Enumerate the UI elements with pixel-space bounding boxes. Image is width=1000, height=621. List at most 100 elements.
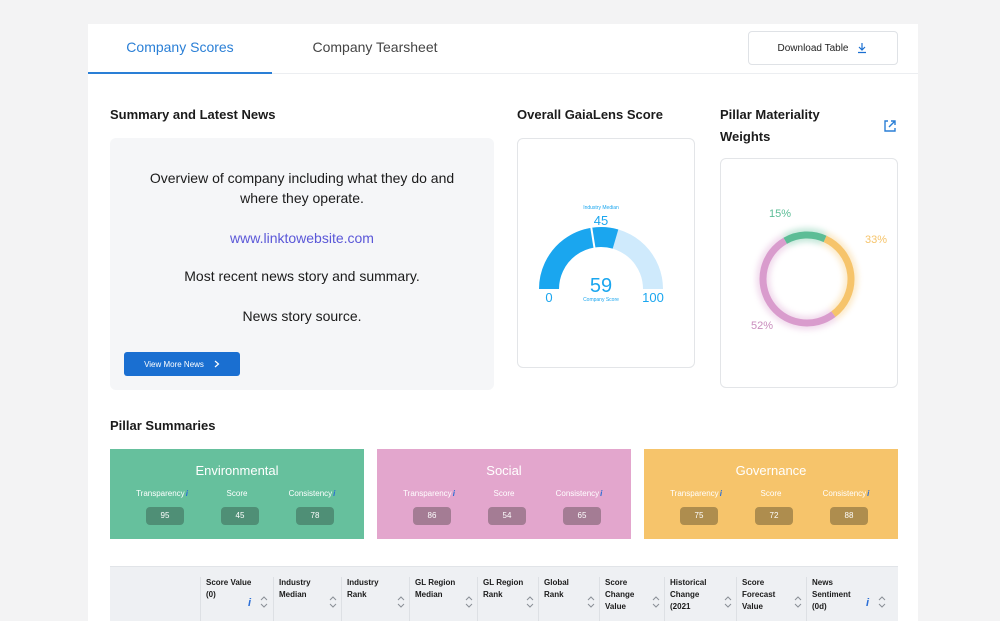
column-label: Global Rank [544,578,569,599]
column-label: Score Change Value [605,578,635,611]
weight-label-environmental: 15% [769,208,791,220]
sort-icon[interactable] [465,595,473,609]
column-label: Industry Median [279,578,311,599]
table-header-cell[interactable]: GL Region Median [409,577,477,621]
pillar-card-social: Social Transparencyi Score Consistencyi … [377,449,631,539]
chevron-right-icon [214,360,220,368]
transparency-label: Transparencyi [403,489,455,498]
company-score-value: 59 [590,275,612,297]
sort-icon[interactable] [878,595,886,609]
industry-median-value: 45 [594,213,608,228]
tab-bar: Company Scores Company Tearsheet Downloa… [88,24,918,74]
column-label: GL Region Rank [483,578,524,599]
view-more-news-button[interactable]: View More News [124,352,240,376]
donut-slice-social[interactable] [759,237,836,327]
pillar-name: Governance [735,463,807,478]
column-divider [664,577,665,621]
news-source: News story source. [242,308,362,324]
info-icon[interactable]: i [867,489,869,498]
consistency-value: 65 [563,507,601,525]
info-icon[interactable]: i [600,489,602,498]
info-icon[interactable]: i [248,597,251,609]
score-gauge-card: Industry Median 45 59 Company Score 0 10… [517,138,695,368]
score-label: Score [493,489,515,498]
transparency-value: 86 [413,507,451,525]
info-icon[interactable]: i [720,489,722,498]
pillar-name: Environmental [195,463,279,478]
download-table-label: Download Table [777,42,849,54]
score-value: 45 [221,507,259,525]
sort-icon[interactable] [724,595,732,609]
consistency-label: Consistencyi [822,489,870,498]
column-label: Industry Rank [347,578,379,599]
website-link[interactable]: www.linktowebsite.com [130,228,474,248]
weight-label-governance: 33% [865,234,887,246]
pillar-card-environmental: Environmental Transparencyi Score Consis… [110,449,364,539]
score-value: 54 [488,507,526,525]
consistency-value: 78 [296,507,334,525]
column-divider [273,577,274,621]
sort-icon[interactable] [587,595,595,609]
table-header-cell[interactable]: Score Change Value [599,577,664,621]
scores-table-header: Score Value (0) i Industry Median Industry … [110,566,898,621]
column-label: Historical Change (2021 [670,578,707,611]
industry-median-label: Industry Median [583,205,619,211]
sort-icon[interactable] [794,595,802,609]
tab-company-scores[interactable]: Company Scores [88,24,272,74]
table-header-cell[interactable]: Historical Change (2021 [664,577,736,621]
gauge-min-label: 0 [545,290,552,305]
weights-title: Pillar Materiality Weights [720,107,820,144]
view-more-news-label: View More News [144,359,204,369]
column-divider [409,577,410,621]
sort-icon[interactable] [397,595,405,609]
weights-donut-card: 15% 33% 52% [720,158,898,388]
column-divider [599,577,600,621]
sort-icon[interactable] [652,595,660,609]
table-header-cell[interactable]: Score Forecast Value [736,577,806,621]
info-icon[interactable]: i [333,489,335,498]
sort-icon[interactable] [260,595,268,609]
column-label: GL Region Median [415,578,456,599]
weight-label-social: 52% [751,320,773,332]
score-label: Score [760,489,782,498]
consistency-value: 88 [830,507,868,525]
table-header-cell[interactable]: Score Value (0) i [200,577,272,621]
download-icon [858,43,867,54]
column-label: Score Value (0) [206,578,252,599]
table-header-cell[interactable]: GL Region Rank [477,577,538,621]
column-divider [538,577,539,621]
table-header-cell[interactable]: News Sentiment (0d) i [806,577,890,621]
sort-icon[interactable] [526,595,534,609]
score-gauge: Industry Median 45 59 Company Score 0 10… [539,205,664,305]
gauge-max-label: 100 [642,290,664,305]
pillar-card-governance: Governance Transparencyi Score Consisten… [644,449,898,539]
info-icon[interactable]: i [186,489,188,498]
table-header-cell[interactable]: Global Rank [538,577,599,621]
table-header-cell[interactable]: Industry Median [273,577,341,621]
column-divider [477,577,478,621]
company-overview: Overview of company including what they … [149,170,455,206]
column-divider [200,577,201,621]
column-divider [736,577,737,621]
pillar-summaries-title: Pillar Summaries [110,418,216,433]
external-link-icon[interactable] [882,118,898,134]
download-table-button[interactable]: Download Table [748,31,898,65]
column-label: News Sentiment (0d) [812,578,851,611]
table-header-cell[interactable]: Industry Rank [341,577,409,621]
tab-company-tearsheet[interactable]: Company Tearsheet [272,24,478,74]
transparency-value: 75 [680,507,718,525]
company-score-label: Company Score [583,297,619,303]
info-icon[interactable]: i [866,597,869,609]
info-icon[interactable]: i [453,489,455,498]
score-value: 72 [755,507,793,525]
consistency-label: Consistencyi [555,489,603,498]
transparency-label: Transparencyi [136,489,188,498]
main-card: Company Scores Company Tearsheet Downloa… [88,24,918,621]
column-divider [806,577,807,621]
consistency-label: Consistencyi [288,489,336,498]
summary-title: Summary and Latest News [110,107,276,122]
weights-donut: 15% 33% 52% [751,208,887,332]
column-label: Score Forecast Value [742,578,776,611]
sort-icon[interactable] [329,595,337,609]
summary-panel: Overview of company including what they … [110,138,494,390]
